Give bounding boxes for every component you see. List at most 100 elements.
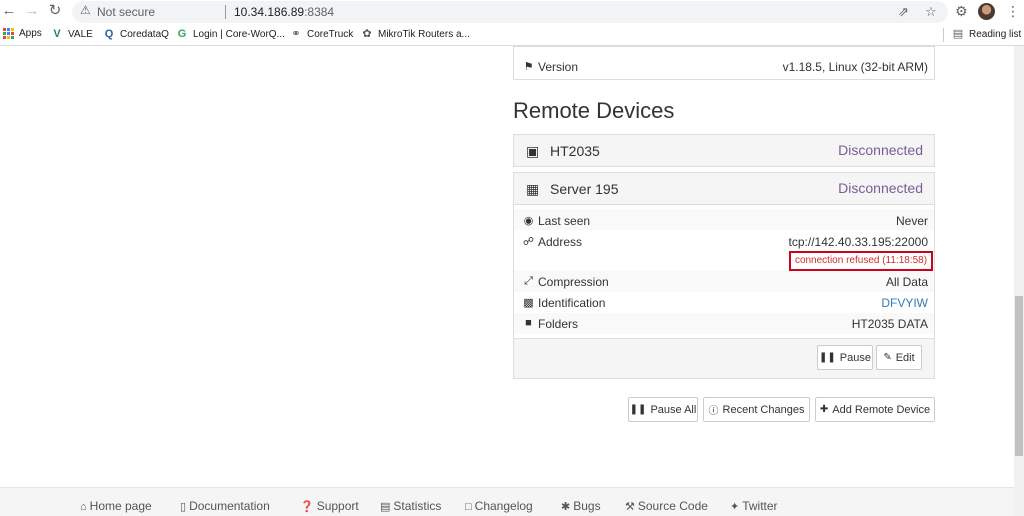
book-icon: ▯	[180, 501, 187, 513]
browser-toolbar: ← → ↻ ⚠ Not secure 10.34.186.89:8384 ⇗ ☆…	[0, 0, 1024, 24]
bookmarks-divider	[943, 28, 944, 42]
pencil-icon: ✎	[883, 352, 892, 363]
globe-icon: ⚭	[291, 28, 301, 40]
footer-statistics-link[interactable]: ▤ Statistics	[380, 499, 441, 513]
eye-icon: ◉	[523, 215, 534, 227]
compression-label: Compression	[538, 275, 609, 289]
url-text[interactable]: 10.34.186.89:8384	[234, 5, 334, 19]
url-port: :8384	[304, 5, 335, 19]
security-label[interactable]: Not secure	[97, 5, 155, 19]
q-icon: Q	[104, 28, 114, 40]
pause-device-button[interactable]: ❚❚ Pause	[817, 345, 873, 370]
pause-all-label: Pause All	[650, 403, 697, 416]
bookmark-vale[interactable]: V VALE	[51, 28, 93, 40]
device-name: Server 195	[550, 181, 619, 197]
edit-device-button[interactable]: ✎ Edit	[876, 345, 922, 370]
footer-link-label: Source Code	[637, 499, 708, 513]
bookmark-login[interactable]: G Login | Core-WorQ...	[176, 28, 285, 40]
url-host: 10.34.186.89	[234, 5, 305, 19]
footer-link-label: Documentation	[189, 499, 270, 513]
pause-label: Pause	[839, 351, 871, 364]
footer-twitter-link[interactable]: ✦ Twitter	[730, 499, 778, 513]
address-value: tcp://142.40.33.195:22000	[788, 235, 928, 249]
qr-device-icon: ▣	[526, 143, 540, 159]
vale-icon: V	[53, 28, 61, 40]
folders-value: HT2035 DATA	[851, 317, 928, 331]
twitter-icon: ✦	[730, 501, 740, 513]
address-bar[interactable]: ⚠ Not secure 10.34.186.89:8384 ⇗ ☆	[72, 1, 948, 23]
bookmark-mikrotik[interactable]: ✿ MikroTik Routers a...	[361, 28, 470, 40]
bookmark-label: Login | Core-WorQ...	[193, 28, 285, 40]
reading-list-label: Reading list	[969, 28, 1022, 40]
reload-icon[interactable]: ↻	[46, 2, 64, 20]
version-value: v1.18.5, Linux (32-bit ARM)	[782, 60, 928, 74]
bookmark-apps[interactable]: Apps	[3, 28, 42, 39]
version-label: Version	[538, 60, 579, 74]
bookmark-coretruck[interactable]: ⚭ CoreTruck	[290, 28, 353, 40]
wrench-icon: ⚒	[625, 501, 635, 513]
bookmarks-bar: Apps V VALE Q CoredataQ G Login | Core-W…	[0, 24, 1024, 46]
page-footer: ⌂ Home page ▯ Documentation ❓ Support ▤ Stat…	[0, 487, 1014, 516]
address-label: Address	[538, 235, 583, 249]
device-ht2035-header[interactable]: ▣ HT2035 Disconnected	[513, 134, 935, 167]
device-server195-details: ◉ Last seen Never ☍ Address tcp://142.40…	[513, 205, 935, 338]
plus-icon: ✚	[819, 404, 829, 415]
menu-kebab-icon[interactable]: ⋮	[1006, 3, 1020, 20]
pause-icon: ❚❚	[629, 404, 647, 415]
remote-devices-heading: Remote Devices	[513, 98, 675, 123]
scrollbar-thumb[interactable]	[1015, 296, 1023, 456]
footer-changelog-link[interactable]: □ Changelog	[465, 499, 533, 513]
qrcode-icon: ▩	[523, 297, 534, 309]
add-remote-device-button[interactable]: ✚ Add Remote Device	[815, 397, 935, 422]
device-status: Disconnected	[838, 180, 923, 196]
bookmark-label: MikroTik Routers a...	[378, 28, 470, 40]
info-icon: ⓘ	[708, 406, 719, 417]
file-icon: □	[465, 501, 472, 513]
reading-list-icon: ▤	[952, 28, 964, 40]
warning-icon[interactable]: ⚠	[80, 3, 91, 17]
identification-link[interactable]: DFVYIW	[881, 296, 928, 310]
extensions-icon[interactable]: ⚙	[955, 3, 968, 20]
bookmark-label: CoreTruck	[307, 28, 354, 40]
footer-bugs-link[interactable]: ✱ Bugs	[561, 499, 601, 513]
bookmark-coredataq[interactable]: Q CoredataQ	[103, 28, 169, 40]
omnibox-divider	[225, 5, 226, 19]
profile-avatar[interactable]	[978, 3, 995, 20]
pause-all-button[interactable]: ❚❚ Pause All	[628, 397, 698, 422]
footer-documentation-link[interactable]: ▯ Documentation	[180, 499, 270, 513]
bookmark-label: Apps	[19, 28, 42, 39]
apps-grid-icon	[3, 28, 14, 39]
footer-source-code-link[interactable]: ⚒ Source Code	[625, 499, 708, 513]
reading-list-button[interactable]: ▤ Reading list	[952, 28, 1021, 40]
home-icon: ⌂	[80, 501, 87, 513]
device-server195-header[interactable]: ▦ Server 195 Disconnected	[513, 172, 935, 205]
pause-icon: ❚❚	[819, 352, 836, 363]
footer-support-link[interactable]: ❓ Support	[300, 499, 359, 513]
back-icon[interactable]: ←	[0, 2, 18, 20]
g-icon: G	[177, 28, 187, 40]
mikrotik-icon: ✿	[362, 28, 372, 40]
footer-link-label: Twitter	[742, 499, 778, 513]
connection-error-text: connection refused (11:18:58)	[789, 251, 933, 271]
edit-label: Edit	[895, 351, 915, 364]
footer-link-label: Support	[316, 499, 359, 513]
question-icon: ❓	[300, 501, 314, 513]
bookmark-label: VALE	[68, 28, 93, 40]
footer-link-label: Bugs	[573, 499, 601, 513]
identification-label: Identification	[538, 296, 606, 310]
page-scrollbar[interactable]	[1014, 46, 1024, 516]
bar-chart-icon: ▤	[380, 501, 391, 513]
bookmark-star-icon[interactable]: ☆	[925, 4, 937, 20]
footer-link-label: Changelog	[474, 499, 533, 513]
tag-icon: ⚑	[523, 61, 534, 73]
compress-icon: ⤢	[524, 275, 533, 287]
footer-link-label: Home page	[89, 499, 152, 513]
forward-icon[interactable]: →	[23, 2, 41, 20]
device-name: HT2035	[550, 143, 600, 159]
recent-changes-button[interactable]: ⓘ Recent Changes	[703, 397, 810, 422]
this-device-panel: ⚑ Version v1.18.5, Linux (32-bit ARM)	[513, 46, 935, 80]
compression-value: All Data	[885, 275, 928, 289]
footer-home-link[interactable]: ⌂ Home page	[80, 499, 152, 513]
device-status: Disconnected	[838, 142, 923, 158]
share-icon[interactable]: ⇗	[898, 4, 909, 20]
